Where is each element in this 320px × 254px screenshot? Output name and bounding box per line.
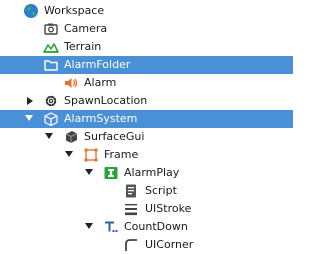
tree-item-label: Frame xyxy=(104,148,139,161)
tree-item-alarm-play[interactable]: AlarmPlay xyxy=(0,164,293,182)
sound-icon xyxy=(63,75,79,91)
collapse-arrow-icon[interactable] xyxy=(85,169,93,175)
collapse-arrow-icon[interactable] xyxy=(85,223,93,229)
tree-item-alarm[interactable]: Alarm xyxy=(0,74,293,92)
tree-item-label: AlarmFolder xyxy=(64,58,131,71)
tree-item-label: SurfaceGui xyxy=(84,130,145,143)
folder-icon xyxy=(43,57,59,73)
camera-icon xyxy=(43,21,59,37)
collapse-arrow-icon[interactable] xyxy=(25,115,33,121)
terrain-icon xyxy=(43,39,59,55)
tree-item-frame[interactable]: Frame xyxy=(0,146,293,164)
tree-item-script[interactable]: Script xyxy=(0,182,293,200)
tree-item-ui-corner[interactable]: UICorner xyxy=(0,236,293,254)
collapse-arrow-icon[interactable] xyxy=(65,151,73,157)
surface-gui-icon xyxy=(63,129,79,145)
frame-icon xyxy=(83,147,99,163)
tree-item-label: Script xyxy=(145,184,177,197)
expand-arrow-icon[interactable] xyxy=(27,97,33,105)
tree-item-count-down[interactable]: CountDown xyxy=(0,218,293,236)
ui-corner-icon xyxy=(123,237,139,253)
tree-item-terrain[interactable]: Terrain xyxy=(0,38,293,56)
gear-icon xyxy=(43,93,59,109)
explorer-tree: Workspace Camera Terrain AlarmFolder Ala… xyxy=(0,0,293,252)
tree-item-label: Alarm xyxy=(84,76,117,89)
tree-item-label: Camera xyxy=(64,22,108,35)
part-icon xyxy=(43,111,59,127)
tree-item-alarm-folder[interactable]: AlarmFolder xyxy=(0,56,293,74)
tree-item-ui-stroke[interactable]: UIStroke xyxy=(0,200,293,218)
text-label-icon xyxy=(103,219,119,235)
tree-item-surface-gui[interactable]: SurfaceGui xyxy=(0,128,293,146)
tree-item-label: SpawnLocation xyxy=(64,94,148,107)
tree-item-label: AlarmSystem xyxy=(64,112,138,125)
ui-stroke-icon xyxy=(123,201,139,217)
collapse-arrow-icon[interactable] xyxy=(45,133,53,139)
tree-item-spawn-location[interactable]: SpawnLocation xyxy=(0,92,293,110)
script-icon xyxy=(123,183,139,199)
text-button-icon xyxy=(103,165,119,181)
tree-item-label: CountDown xyxy=(124,220,188,233)
tree-item-label: Workspace xyxy=(44,4,105,17)
tree-item-label: AlarmPlay xyxy=(124,166,180,179)
globe-icon xyxy=(23,3,39,19)
tree-item-camera[interactable]: Camera xyxy=(0,20,293,38)
tree-item-label: UICorner xyxy=(145,238,194,251)
tree-item-alarm-system[interactable]: AlarmSystem xyxy=(0,110,293,128)
tree-item-label: Terrain xyxy=(64,40,102,53)
tree-item-workspace[interactable]: Workspace xyxy=(0,2,293,20)
tree-item-label: UIStroke xyxy=(145,202,192,215)
